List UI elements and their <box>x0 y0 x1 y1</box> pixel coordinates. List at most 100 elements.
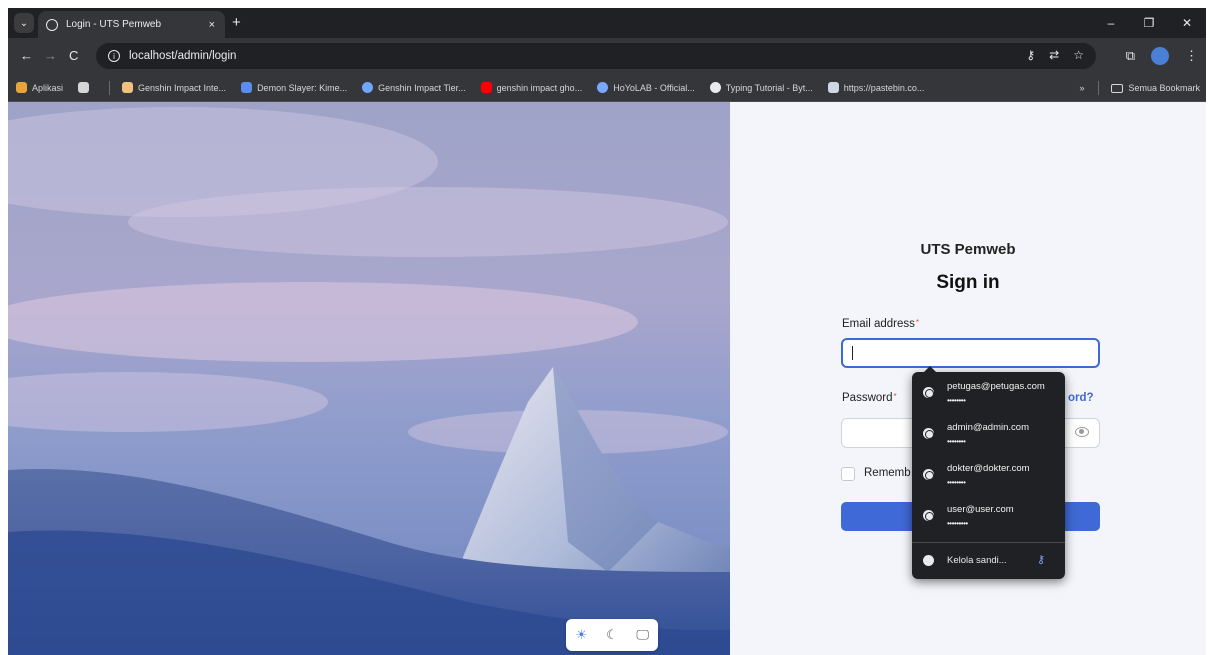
tab-strip: ⌄ Login - UTS Pemweb × + – ❐ ✕ <box>8 8 1206 38</box>
address-bar[interactable]: i localhost/admin/login ⚷ ⇄ ☆ <box>96 43 1096 69</box>
moon-icon[interactable]: ☾ <box>602 627 622 643</box>
bookmark-pastebin[interactable]: https://pastebin.co... <box>827 82 925 93</box>
youtube-icon <box>480 82 492 93</box>
extensions-icon[interactable]: ⧉ <box>1126 48 1135 64</box>
globe-icon <box>46 18 58 31</box>
tab-search-button[interactable]: ⌄ <box>14 13 34 33</box>
minimize-button[interactable]: – <box>1092 8 1130 38</box>
popup-divider <box>912 542 1065 543</box>
bookmark-label: https://pastebin.co... <box>843 82 925 93</box>
all-bookmarks-button[interactable]: Semua Bookmark <box>1128 83 1200 93</box>
bookmark-favicon-icon <box>241 82 253 93</box>
autofill-masked-password: •••••••• <box>947 437 966 446</box>
bookmark-label: Genshin Impact Tier... <box>378 82 466 93</box>
bookmark-aplikasi[interactable]: Aplikasi <box>16 82 63 93</box>
text-caret <box>852 346 853 360</box>
profile-avatar[interactable] <box>1151 47 1169 65</box>
maximize-button[interactable]: ❐ <box>1130 8 1168 38</box>
url-text: localhost/admin/login <box>129 50 237 62</box>
email-label: Email address* <box>842 318 919 330</box>
email-label-text: Email address <box>842 318 915 330</box>
bookmark-label: Aplikasi <box>32 82 64 93</box>
translate-icon[interactable]: ⇄ <box>1049 48 1059 62</box>
password-autofill-popup: petugas@petugas.com •••••••• admin@admin… <box>912 366 1065 579</box>
tab-close-icon[interactable]: × <box>209 19 215 31</box>
bookmark-youtube[interactable]: genshin impact gho... <box>480 82 583 93</box>
bookmark-star-icon[interactable]: ☆ <box>1073 48 1084 62</box>
autofill-option[interactable]: admin@admin.com •••••••• <box>912 415 1065 456</box>
manage-passwords-label: Kelola sandi... <box>947 555 1007 566</box>
autofill-username: dokter@dokter.com <box>947 463 1030 474</box>
password-key-icon[interactable]: ⚷ <box>1026 48 1035 62</box>
manage-passwords-option[interactable]: Kelola sandi... ⚷ <box>912 548 1065 574</box>
bookmark-genshin-tier[interactable]: Genshin Impact Tier... <box>362 82 466 93</box>
autofill-option[interactable]: dokter@dokter.com •••••••• <box>912 456 1065 497</box>
autofill-username: user@user.com <box>947 504 1014 515</box>
bookmarks-divider <box>109 80 111 95</box>
key-icon: ⚷ <box>1037 554 1046 566</box>
globe-icon <box>923 428 934 439</box>
page-title: Sign in <box>936 272 1000 293</box>
bookmark-genshin-interactive[interactable]: Genshin Impact Inte... <box>122 82 226 93</box>
forgot-password-link[interactable]: ord? <box>1068 392 1094 404</box>
address-bar-actions: ⚷ ⇄ ☆ <box>1026 48 1084 62</box>
required-mark: * <box>915 318 919 327</box>
password-label: Password* <box>842 392 897 404</box>
reload-button[interactable]: C <box>69 48 78 63</box>
tab-title: Login - UTS Pemweb <box>66 19 162 30</box>
globe-icon <box>923 469 934 480</box>
app-name: UTS Pemweb <box>920 241 1016 258</box>
bookmark-typing-tutorial[interactable]: Typing Tutorial - Byt... <box>709 82 813 93</box>
autofill-option[interactable]: petugas@petugas.com •••••••• <box>912 374 1065 415</box>
bookmark-favicon-icon <box>362 82 374 93</box>
theme-switcher: ☀ ☾ 🖵 <box>566 619 658 651</box>
mountain-landscape <box>8 102 730 655</box>
globe-icon <box>709 82 721 93</box>
bookmarks-bar-right: » Semua Bookmark <box>1079 81 1200 95</box>
new-tab-button[interactable]: + <box>232 14 241 31</box>
bookmark-grid[interactable] <box>78 82 94 93</box>
back-button[interactable]: ← <box>20 48 33 63</box>
bookmark-label: HoYoLAB - Official... <box>613 82 695 93</box>
bookmark-label: genshin impact gho... <box>496 82 583 93</box>
autofill-masked-password: •••••••• <box>947 478 966 487</box>
autofill-username: admin@admin.com <box>947 422 1029 433</box>
monitor-icon[interactable]: 🖵 <box>633 627 653 643</box>
menu-icon[interactable]: ⋮ <box>1185 48 1198 64</box>
apps-grid-icon <box>16 82 27 93</box>
bookmark-favicon-icon <box>597 82 609 93</box>
close-window-button[interactable]: ✕ <box>1168 8 1206 38</box>
toolbar-actions: ⧉ ⋮ <box>1126 47 1198 65</box>
bookmark-label: Typing Tutorial - Byt... <box>725 82 813 93</box>
autofill-username: petugas@petugas.com <box>947 381 1045 392</box>
required-mark: * <box>893 392 897 401</box>
password-label-text: Password <box>842 392 893 404</box>
eye-icon[interactable] <box>1075 427 1089 437</box>
remember-me-label: Rememb <box>864 467 911 479</box>
more-bookmarks-button[interactable]: » <box>1079 83 1084 93</box>
bookmarks-divider <box>1098 81 1100 95</box>
bookmark-demon-slayer[interactable]: Demon Slayer: Kime... <box>241 82 347 93</box>
bookmark-hoyolab[interactable]: HoYoLAB - Official... <box>597 82 695 93</box>
tab-login[interactable]: Login - UTS Pemweb × <box>38 11 225 38</box>
autofill-masked-password: ••••••••• <box>947 519 968 528</box>
email-field[interactable] <box>841 338 1100 368</box>
forward-button[interactable]: → <box>44 48 57 63</box>
folder-icon <box>1111 83 1124 93</box>
globe-icon <box>923 387 934 398</box>
remember-me-checkbox[interactable] <box>841 467 855 481</box>
browser-toolbar: ← → C i localhost/admin/login ⚷ ⇄ ☆ ⧉ ⋮ <box>8 38 1206 74</box>
bookmark-label: Demon Slayer: Kime... <box>257 82 348 93</box>
site-info-icon[interactable]: i <box>108 50 120 62</box>
bookmark-label: Genshin Impact Inte... <box>138 82 227 93</box>
bookmark-favicon-icon <box>122 82 134 93</box>
window-controls: – ❐ ✕ <box>1092 8 1206 38</box>
hero-image: ☀ ☾ 🖵 <box>8 102 730 655</box>
bookmark-favicon-icon <box>827 82 839 93</box>
autofill-masked-password: •••••••• <box>947 396 966 405</box>
grid-icon <box>78 82 90 93</box>
bookmarks-bar: Aplikasi Genshin Impact Inte... Demon Sl… <box>8 74 1206 102</box>
sun-icon[interactable]: ☀ <box>571 627 591 643</box>
autofill-option[interactable]: user@user.com ••••••••• <box>912 497 1065 538</box>
password-manager-icon <box>923 555 934 566</box>
